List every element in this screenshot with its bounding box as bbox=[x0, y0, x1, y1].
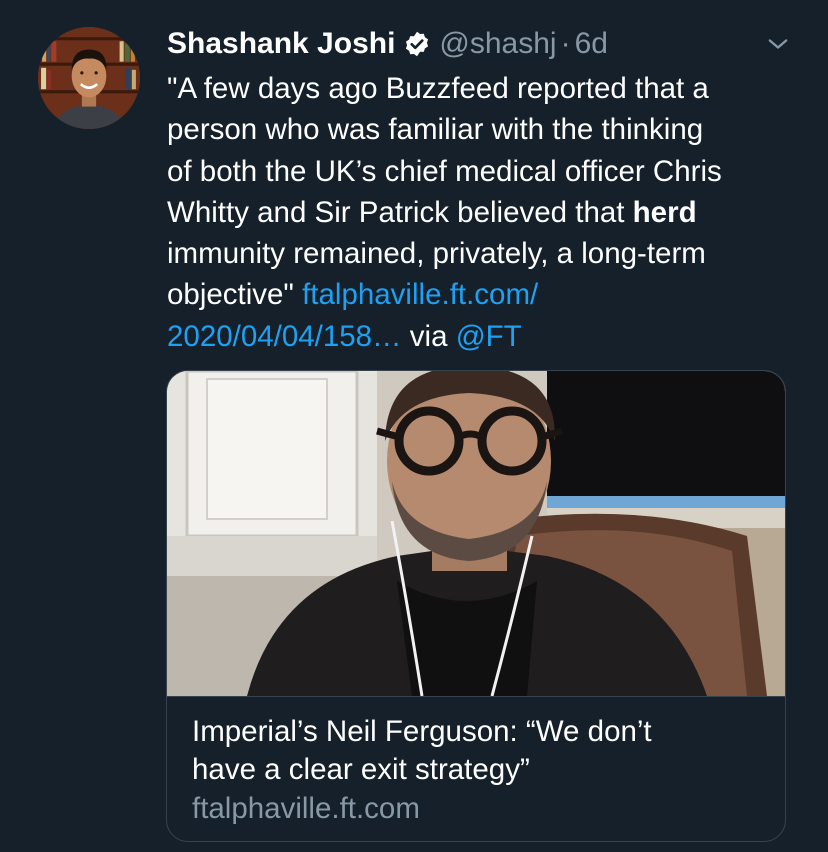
ft-mention[interactable]: @FT bbox=[456, 320, 522, 353]
tweet-text-line: of both the UK’s chief medical officer C… bbox=[167, 154, 722, 188]
article-photo bbox=[167, 371, 785, 696]
tweet-text-line: "A few days ago Buzzfeed reported that a bbox=[167, 72, 709, 105]
tweet-text-line: Whitty and Sir Patrick believed that her… bbox=[167, 192, 807, 233]
article-link-continued[interactable]: 2020/04/04/158… bbox=[167, 320, 402, 353]
tweet-header: Shashank Joshi @shashj · 6d bbox=[167, 22, 608, 66]
tweet-text: "A few days ago Buzzfeed reported that a… bbox=[167, 68, 807, 357]
tweet-text-line: person who was familiar with the thinkin… bbox=[167, 113, 704, 147]
avatar-image bbox=[38, 27, 140, 129]
card-image[interactable] bbox=[167, 371, 785, 697]
bold-word: herd bbox=[632, 195, 697, 229]
author-handle[interactable]: @shashj bbox=[439, 27, 556, 61]
author-name[interactable]: Shashank Joshi bbox=[167, 27, 395, 61]
tweet-text-segment: objective" bbox=[167, 278, 294, 312]
card-text[interactable]: Imperial’s Neil Ferguson: “We don’t have… bbox=[192, 713, 772, 829]
link-card[interactable]: Imperial’s Neil Ferguson: “We don’t have… bbox=[166, 370, 786, 842]
chevron-down-icon[interactable] bbox=[764, 30, 792, 58]
card-title-line: have a clear exit strategy” bbox=[192, 753, 530, 786]
tweet-text-segment: Whitty and Sir Patrick believed that bbox=[167, 195, 625, 229]
card-title-line: Imperial’s Neil Ferguson: “We don’t bbox=[192, 715, 652, 748]
verified-badge-icon bbox=[403, 30, 431, 58]
card-domain: ftalphaville.ft.com bbox=[192, 792, 420, 825]
card-title: Imperial’s Neil Ferguson: “We don’t have… bbox=[192, 713, 772, 789]
tweet-text-line: immunity remained, privately, a long-ter… bbox=[167, 237, 706, 271]
tweet-text-line: 2020/04/04/158… via @FT bbox=[167, 316, 807, 357]
tweet[interactable]: Shashank Joshi @shashj · 6d "A few days … bbox=[0, 0, 828, 852]
via-text: via bbox=[409, 319, 448, 353]
article-link[interactable]: ftalphaville.ft.com/ bbox=[302, 278, 538, 311]
avatar[interactable] bbox=[38, 27, 140, 129]
tweet-timestamp[interactable]: 6d bbox=[575, 27, 608, 61]
meta-separator: · bbox=[560, 27, 571, 60]
tweet-text-line: objective" ftalphaville.ft.com/ bbox=[167, 274, 807, 315]
